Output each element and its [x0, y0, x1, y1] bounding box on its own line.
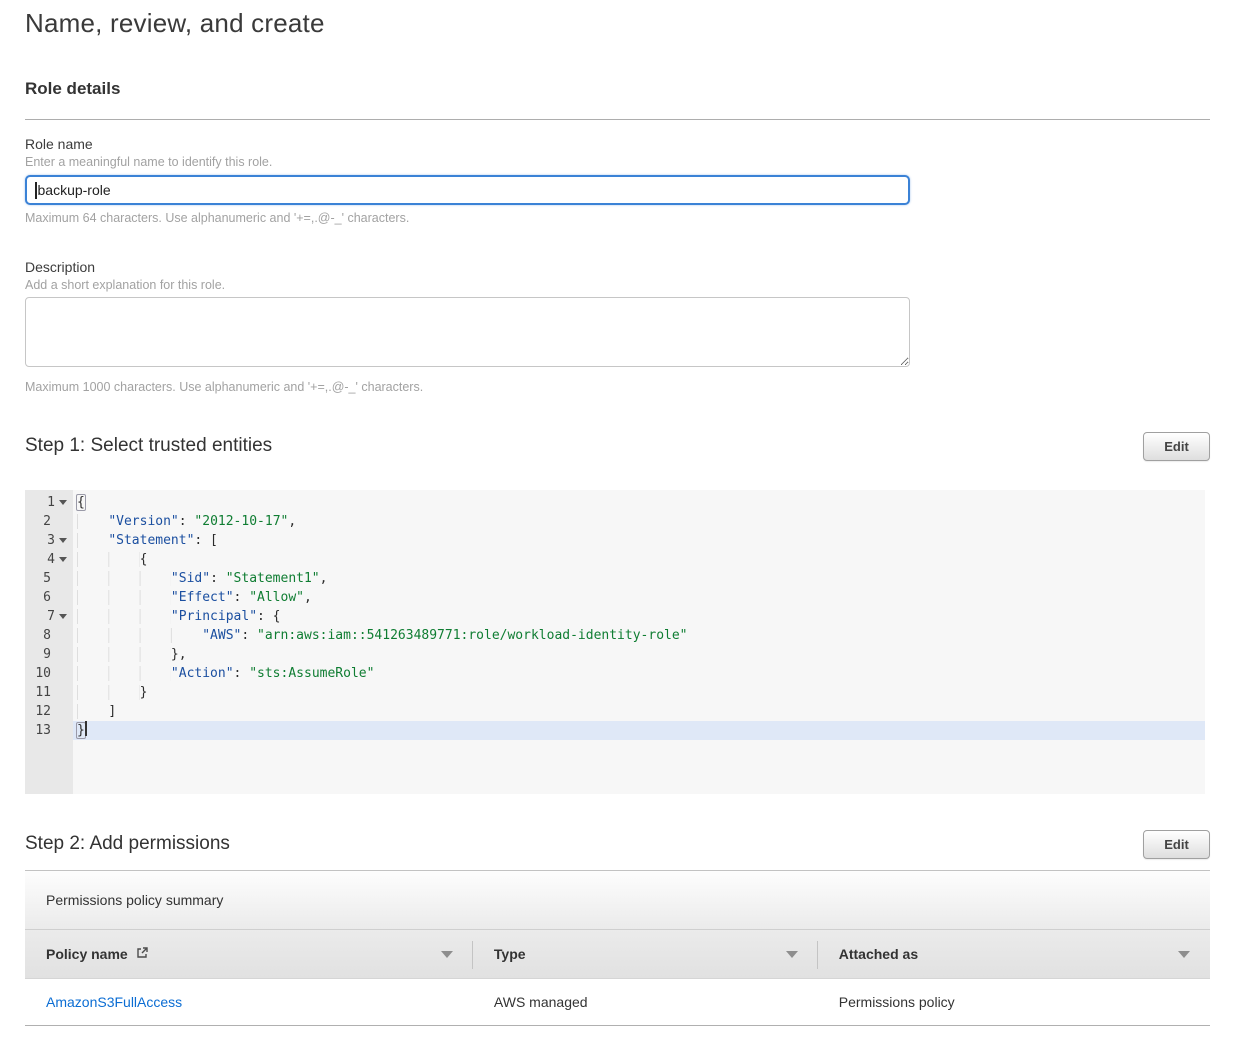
fold-toggle-icon[interactable]: [59, 538, 67, 543]
description-helper: Add a short explanation for this role.: [25, 278, 1210, 292]
table-header-cell[interactable]: Attached as: [818, 930, 1210, 978]
table-body: AmazonS3FullAccess AWS managed Permissio…: [25, 979, 1210, 1025]
code-line[interactable]: "Sid": "Statement1",: [73, 569, 1205, 588]
policy-name-cell: AmazonS3FullAccess: [25, 979, 473, 1025]
step2-header-row: Step 2: Add permissions Edit: [25, 830, 1210, 859]
external-link-icon: [135, 946, 149, 960]
column-label: Policy name: [46, 946, 128, 962]
role-name-helper: Enter a meaningful name to identify this…: [25, 155, 1210, 169]
code-line[interactable]: "Effect": "Allow",: [73, 588, 1205, 607]
table-header-cell[interactable]: Policy name: [25, 930, 473, 978]
line-number: 3: [25, 531, 73, 550]
page: Name, review, and create Role details Ro…: [0, 0, 1242, 1026]
line-number: 6: [25, 588, 73, 607]
attached-as-cell: Permissions policy: [818, 979, 1210, 1025]
permissions-summary-panel: Permissions policy summary Policy name T…: [25, 870, 1210, 1026]
role-name-input[interactable]: backup-role: [25, 175, 910, 205]
line-number: 2: [25, 512, 73, 531]
line-number: 13: [25, 721, 73, 740]
line-number: 1: [25, 493, 73, 512]
table-header-cell[interactable]: Type: [473, 930, 818, 978]
step2-heading: Step 2: Add permissions: [25, 830, 230, 855]
step1-heading: Step 1: Select trusted entities: [25, 432, 272, 457]
filter-icon[interactable]: [441, 951, 453, 958]
code-line[interactable]: "Principal": {: [73, 607, 1205, 626]
line-number: 9: [25, 645, 73, 664]
line-number: 5: [25, 569, 73, 588]
line-number: 10: [25, 664, 73, 683]
role-name-constraint: Maximum 64 characters. Use alphanumeric …: [25, 211, 1210, 225]
step1-header-row: Step 1: Select trusted entities Edit: [25, 432, 1210, 461]
line-number: 12: [25, 702, 73, 721]
permissions-panel-title: Permissions policy summary: [46, 892, 223, 908]
role-details-heading: Role details: [25, 79, 1210, 99]
code-line[interactable]: "AWS": "arn:aws:iam::541263489771:role/w…: [73, 626, 1205, 645]
code-line[interactable]: "Action": "sts:AssumeRole": [73, 664, 1205, 683]
line-number: 4: [25, 550, 73, 569]
line-number: 11: [25, 683, 73, 702]
filter-icon[interactable]: [786, 951, 798, 958]
edit-permissions-button[interactable]: Edit: [1143, 830, 1210, 859]
section-divider: [25, 119, 1210, 120]
fold-toggle-icon[interactable]: [59, 614, 67, 619]
line-number: 8: [25, 626, 73, 645]
code-line[interactable]: },: [73, 645, 1205, 664]
description-constraint: Maximum 1000 characters. Use alphanumeri…: [25, 380, 1210, 394]
column-label: Attached as: [839, 946, 918, 962]
table-header-row: Policy name Type Attached as: [25, 929, 1210, 979]
code-line[interactable]: "Statement": [: [73, 531, 1205, 550]
fold-toggle-icon[interactable]: [59, 557, 67, 562]
fold-toggle-icon[interactable]: [59, 500, 67, 505]
code-line[interactable]: }: [73, 721, 1205, 740]
trust-policy-editor[interactable]: 12345678910111213 { "Version": "2012-10-…: [25, 490, 1205, 794]
editor-code: { "Version": "2012-10-17", "Statement": …: [73, 493, 1205, 794]
text-cursor: [35, 182, 37, 199]
table-row: AmazonS3FullAccess AWS managed Permissio…: [25, 979, 1210, 1025]
role-name-value: backup-role: [38, 182, 111, 198]
code-line[interactable]: {: [73, 493, 1205, 512]
policy-name-link[interactable]: AmazonS3FullAccess: [46, 994, 182, 1010]
description-label: Description: [25, 259, 1210, 275]
code-line[interactable]: {: [73, 550, 1205, 569]
editor-gutter: 12345678910111213: [25, 490, 73, 794]
description-textarea[interactable]: [25, 297, 910, 367]
code-line[interactable]: }: [73, 683, 1205, 702]
permissions-panel-header: Permissions policy summary: [25, 871, 1210, 929]
policy-type-cell: AWS managed: [473, 979, 818, 1025]
line-number: 7: [25, 607, 73, 626]
code-line[interactable]: "Version": "2012-10-17",: [73, 512, 1205, 531]
text-cursor: [85, 721, 87, 736]
code-line[interactable]: ]: [73, 702, 1205, 721]
role-name-label: Role name: [25, 136, 1210, 152]
page-title: Name, review, and create: [25, 8, 1210, 39]
edit-trusted-entities-button[interactable]: Edit: [1143, 432, 1210, 461]
filter-icon[interactable]: [1178, 951, 1190, 958]
column-label: Type: [494, 946, 526, 962]
